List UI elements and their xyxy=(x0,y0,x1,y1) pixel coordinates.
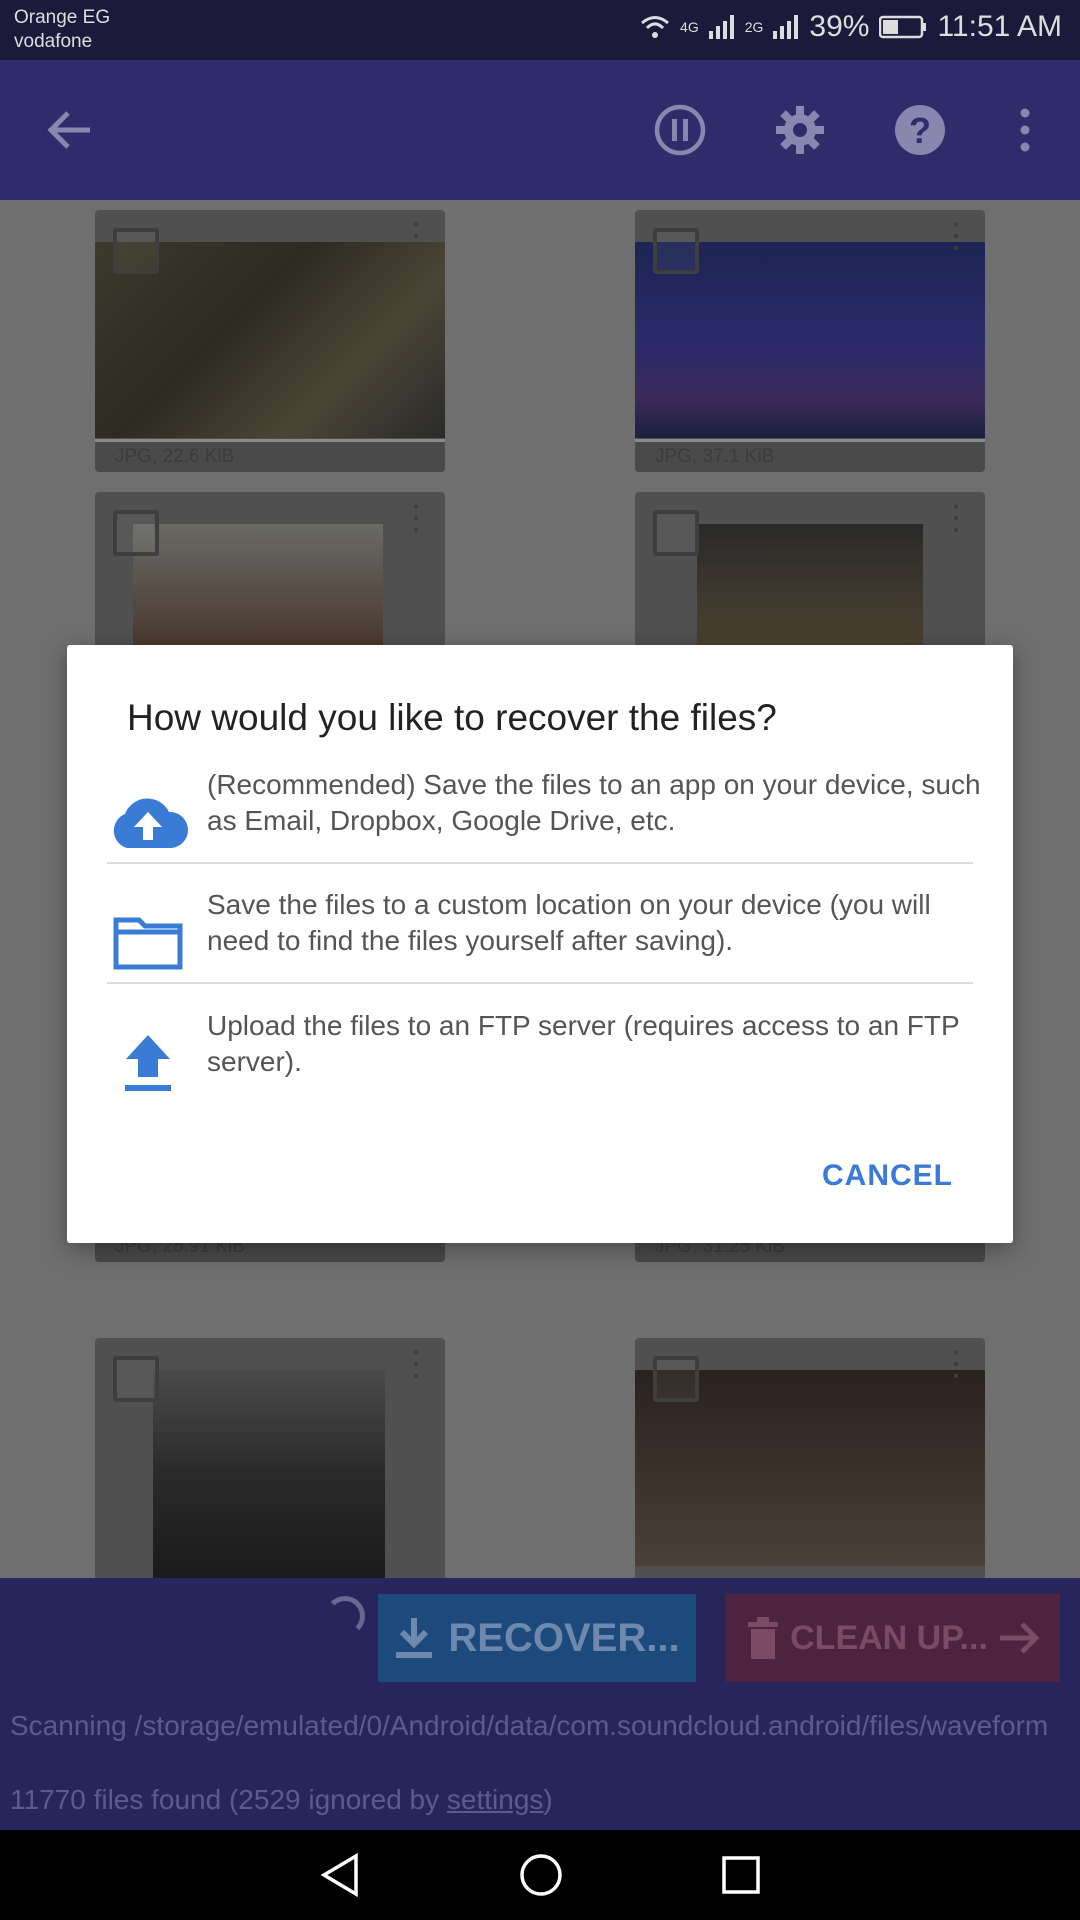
option-upload-ftp[interactable]: Upload the files to an FTP server (requi… xyxy=(107,1008,977,1128)
square-recents-icon xyxy=(722,1856,760,1894)
svg-text:?: ? xyxy=(909,110,931,151)
select-checkbox[interactable] xyxy=(653,510,699,556)
select-checkbox[interactable] xyxy=(113,228,159,274)
files-found-suffix: ) xyxy=(543,1784,553,1815)
option-text: Upload the files to an FTP server (requi… xyxy=(207,1010,960,1077)
cloud-upload-icon xyxy=(113,798,189,848)
status-bar: Orange EG vodafone 4G 2G 39% 11:51 AM xyxy=(0,0,1080,60)
thumbnail-image xyxy=(153,1370,385,1578)
tile-menu-icon[interactable]: ⋮ xyxy=(939,219,973,253)
network-type-1: 4G xyxy=(680,19,699,35)
navigation-bar xyxy=(0,1830,1080,1920)
cleanup-button-label: CLEAN UP... xyxy=(790,1618,988,1657)
tile-menu-icon[interactable]: ⋮ xyxy=(939,501,973,535)
network-type-2: 2G xyxy=(744,19,764,35)
option-icon xyxy=(107,907,189,977)
settings-link[interactable]: settings xyxy=(447,1784,544,1815)
option-icon xyxy=(107,1028,189,1098)
select-checkbox[interactable] xyxy=(653,228,699,274)
arrow-left-icon xyxy=(47,111,90,149)
scan-progress-spinner xyxy=(325,1596,365,1636)
option-save-custom-location[interactable]: Save the files to a custom location on y… xyxy=(107,887,977,1007)
divider xyxy=(107,862,973,864)
nav-home-button[interactable] xyxy=(518,1852,564,1898)
option-text: Save the files to a custom location on y… xyxy=(207,889,931,956)
pause-button[interactable] xyxy=(650,100,710,160)
select-checkbox[interactable] xyxy=(113,510,159,556)
option-icon xyxy=(107,787,189,857)
dialog-title: How would you like to recover the files? xyxy=(127,697,777,738)
app-toolbar: ? xyxy=(0,60,1080,200)
carrier-primary: Orange EG xyxy=(14,7,111,28)
tile-menu-icon[interactable]: ⋮ xyxy=(399,1347,433,1381)
arrow-right-icon xyxy=(999,1622,1040,1654)
recover-options-dialog: How would you like to recover the files?… xyxy=(67,645,1013,1243)
nav-back-button[interactable] xyxy=(318,1852,364,1898)
overflow-menu-icon xyxy=(1020,108,1030,152)
bottom-action-panel: RECOVER... CLEAN UP... Scanning /storage… xyxy=(0,1578,1080,1830)
battery-percent: 39% xyxy=(809,10,870,43)
file-tile[interactable]: ⋮ JPG, 22.6 KiB xyxy=(95,210,445,472)
recover-button[interactable]: RECOVER... xyxy=(378,1594,696,1682)
upload-icon xyxy=(125,1035,171,1091)
file-tile[interactable]: ⋮ xyxy=(635,1338,985,1578)
signal-icon xyxy=(773,15,799,39)
status-indicators: 4G 2G 39% 11:51 AM xyxy=(640,10,1062,44)
divider xyxy=(107,982,973,984)
trash-icon xyxy=(748,1617,779,1659)
battery-icon xyxy=(879,15,927,39)
tile-menu-icon[interactable]: ⋮ xyxy=(939,1347,973,1381)
cleanup-button[interactable]: CLEAN UP... xyxy=(726,1594,1060,1682)
settings-button[interactable] xyxy=(770,100,830,160)
nav-recents-button[interactable] xyxy=(718,1852,764,1898)
download-icon xyxy=(396,1618,433,1658)
carrier-secondary: vodafone xyxy=(14,31,93,52)
select-checkbox[interactable] xyxy=(653,1356,699,1402)
files-found-count: 11770 files found (2529 ignored by xyxy=(10,1784,447,1815)
option-save-to-app[interactable]: (Recommended) Save the files to an app o… xyxy=(107,767,981,887)
option-text: (Recommended) Save the files to an app o… xyxy=(207,769,981,836)
help-button[interactable]: ? xyxy=(890,100,950,160)
tile-menu-icon[interactable]: ⋮ xyxy=(399,501,433,535)
files-found-text: 11770 files found (2529 ignored by setti… xyxy=(10,1784,553,1816)
clock: 11:51 AM xyxy=(937,10,1062,43)
carrier-info: Orange EG vodafone xyxy=(14,6,110,54)
file-tile[interactable]: ⋮ xyxy=(95,1338,445,1578)
help-circle-icon: ? xyxy=(895,105,945,155)
pause-circle-icon xyxy=(654,104,706,156)
file-caption: JPG, 37.1 KiB xyxy=(635,439,985,472)
cancel-button[interactable]: CANCEL xyxy=(822,1159,953,1193)
wifi-icon xyxy=(641,16,670,38)
circle-home-icon xyxy=(520,1854,562,1896)
tile-menu-icon[interactable]: ⋮ xyxy=(399,219,433,253)
signal-icon xyxy=(708,15,734,39)
back-button[interactable] xyxy=(40,100,100,160)
gear-icon xyxy=(776,106,824,154)
scan-status-text: Scanning /storage/emulated/0/Android/dat… xyxy=(10,1710,1049,1741)
file-tile[interactable]: ⋮ JPG, 37.1 KiB xyxy=(635,210,985,472)
overflow-menu-button[interactable] xyxy=(995,100,1055,160)
triangle-back-icon xyxy=(320,1852,358,1898)
select-checkbox[interactable] xyxy=(113,1356,159,1402)
file-caption: JPG, 22.6 KiB xyxy=(95,439,445,472)
folder-icon xyxy=(113,917,183,970)
recover-button-label: RECOVER... xyxy=(448,1615,680,1660)
